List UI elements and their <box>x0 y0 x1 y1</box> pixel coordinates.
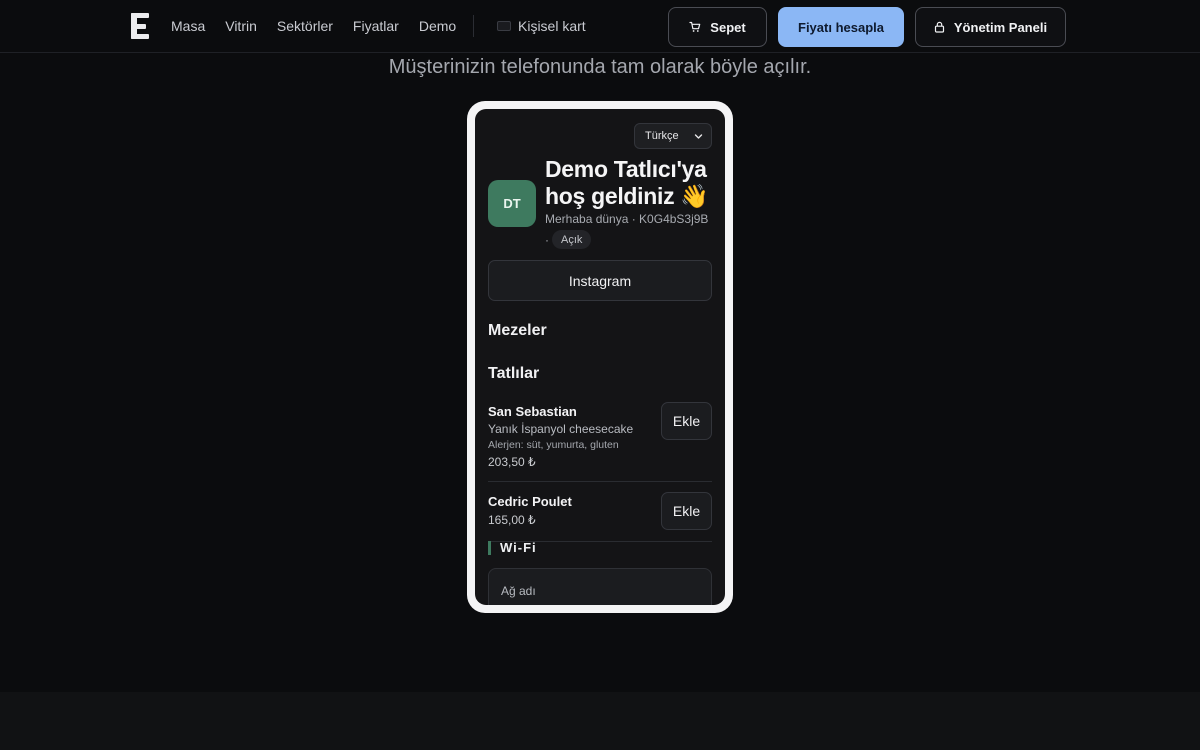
next-section-band <box>0 692 1200 750</box>
chevron-down-icon <box>694 132 703 144</box>
open-status-badge: Açık <box>552 230 592 249</box>
nav-link-fiyatlar[interactable]: Fiyatlar <box>353 18 399 34</box>
language-select[interactable]: Türkçe <box>634 123 712 149</box>
calculate-price-label: Fiyatı hesapla <box>798 19 884 35</box>
menu-divider <box>488 481 712 482</box>
personal-card-label: Kişisel kart <box>518 18 586 34</box>
cart-button[interactable]: Sepet <box>668 7 767 47</box>
cart-button-label: Sepet <box>710 19 746 35</box>
admin-panel-button[interactable]: Yönetim Paneli <box>915 7 1066 47</box>
menu-item-allergens: Alerjen: süt, yumurta, gluten <box>488 439 619 451</box>
section-title-starters[interactable]: Mezeler <box>488 322 547 340</box>
phone-screen: Türkçe DT Demo Tatlıcı'ya hoş geldiniz 👋… <box>475 109 725 605</box>
wifi-network-label: Ağ adı <box>501 584 536 598</box>
nav-link-vitrin[interactable]: Vitrin <box>225 18 257 34</box>
nav-link-demo[interactable]: Demo <box>419 18 456 34</box>
add-to-cart-button[interactable]: Ekle <box>661 402 712 440</box>
instagram-button[interactable]: Instagram <box>488 260 712 301</box>
language-select-value: Türkçe <box>645 130 679 142</box>
menu-item-price: 203,50 ₺ <box>488 455 536 469</box>
brand-logo-icon[interactable] <box>131 13 149 39</box>
top-navigation-bar: Masa Vitrin Sektörler Fiyatlar Demo Kişi… <box>0 0 1200 53</box>
main-nav: Masa Vitrin Sektörler Fiyatlar Demo <box>171 18 476 34</box>
personal-card-toggle[interactable]: Kişisel kart <box>497 18 586 34</box>
nav-link-masa[interactable]: Masa <box>171 18 205 34</box>
lock-icon <box>934 21 945 33</box>
welcome-heading: Demo Tatlıcı'ya hoş geldiniz 👋 <box>545 156 720 210</box>
wifi-section-title: Wi-Fi <box>488 541 537 555</box>
calculate-price-button[interactable]: Fiyatı hesapla <box>778 7 904 47</box>
section-title-desserts[interactable]: Tatlılar <box>488 365 539 383</box>
welcome-line-2: hoş geldiniz 👋 <box>545 183 709 209</box>
add-to-cart-button[interactable]: Ekle <box>661 492 712 530</box>
business-meta: Merhaba dünya · K0G4bS3j9B <box>545 212 709 226</box>
preview-subtitle: Müşterinizin telefonunda tam olarak böyl… <box>388 56 812 78</box>
wifi-network-card: Ağ adı <box>488 568 712 605</box>
business-avatar: DT <box>488 180 536 227</box>
nav-divider <box>473 15 474 37</box>
cart-icon <box>689 21 701 33</box>
welcome-line-1: Demo Tatlıcı'ya <box>545 156 707 182</box>
meta-separator: · <box>545 233 549 247</box>
phone-mockup: Türkçe DT Demo Tatlıcı'ya hoş geldiniz 👋… <box>467 101 733 613</box>
admin-panel-label: Yönetim Paneli <box>953 19 1048 35</box>
personal-card-checkbox[interactable] <box>497 21 511 31</box>
nav-link-sektorler[interactable]: Sektörler <box>277 18 333 34</box>
